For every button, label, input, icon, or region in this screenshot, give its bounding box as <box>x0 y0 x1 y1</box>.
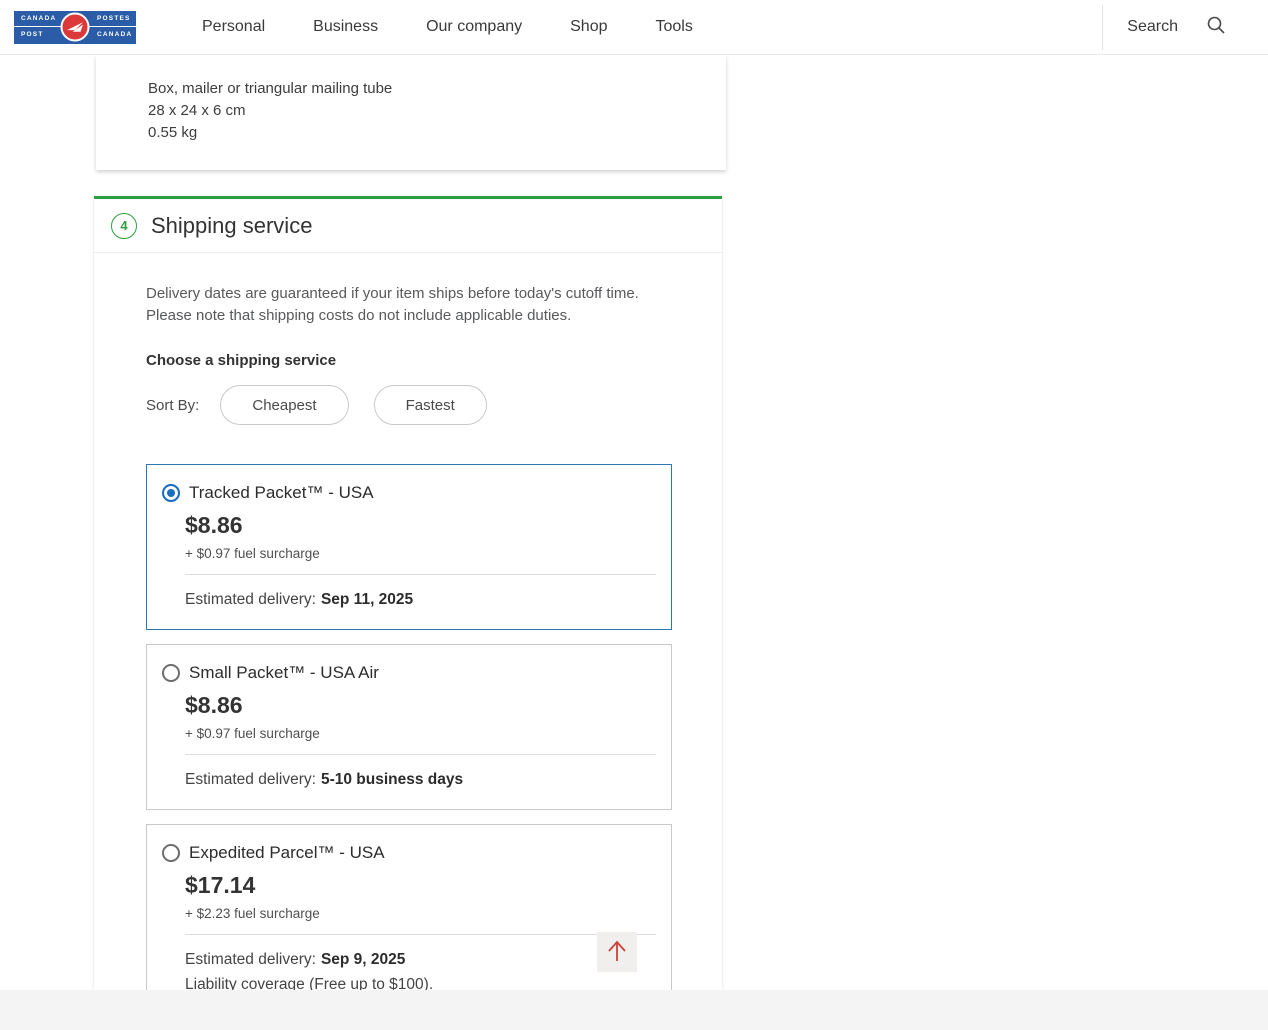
wing-emblem-icon <box>61 13 90 42</box>
header-right: Search <box>1102 0 1268 54</box>
delivery-label: Estimated delivery: <box>185 771 316 788</box>
search-button[interactable]: Search <box>1103 15 1268 40</box>
option-price: $8.86 <box>185 692 656 719</box>
sort-cheapest-button[interactable]: Cheapest <box>220 385 348 425</box>
search-label: Search <box>1127 18 1178 36</box>
option-radio-row[interactable]: Small Packet™ - USA Air <box>162 663 656 683</box>
radio-unselected-icon[interactable] <box>162 844 180 862</box>
shipping-option-small-packet-usa-air[interactable]: Small Packet™ - USA Air $8.86 + $0.97 fu… <box>146 644 672 810</box>
option-surcharge: + $0.97 fuel surcharge <box>185 726 656 741</box>
option-surcharge: + $2.23 fuel surcharge <box>185 906 656 921</box>
nav-item-personal[interactable]: Personal <box>178 18 289 36</box>
option-divider <box>185 934 656 935</box>
option-price: $8.86 <box>185 512 656 539</box>
delivery-label: Estimated delivery: <box>185 951 316 968</box>
option-divider <box>185 754 656 755</box>
shipping-options-list: Tracked Packet™ - USA $8.86 + $0.97 fuel… <box>146 464 672 1030</box>
package-description: Box, mailer or triangular mailing tube <box>148 78 726 100</box>
nav-item-tools[interactable]: Tools <box>632 18 717 36</box>
package-weight: 0.55 kg <box>148 122 726 144</box>
top-navigation-bar: CANADA POSTES POST CANADA Personal Busin… <box>0 0 1268 55</box>
delivery-value: Sep 9, 2025 <box>321 951 405 968</box>
option-surcharge: + $0.97 fuel surcharge <box>185 546 656 561</box>
option-delivery: Estimated delivery: Sep 9, 2025 <box>185 951 656 969</box>
main-nav: Personal Business Our company Shop Tools <box>178 18 717 36</box>
up-arrow-icon <box>605 938 629 967</box>
section-title: Shipping service <box>151 213 312 239</box>
delivery-value: 5-10 business days <box>321 771 463 788</box>
option-delivery: Estimated delivery: Sep 11, 2025 <box>185 591 656 609</box>
back-to-top-button[interactable] <box>597 932 637 972</box>
option-radio-row[interactable]: Tracked Packet™ - USA <box>162 483 656 503</box>
canada-post-logo[interactable]: CANADA POSTES POST CANADA <box>14 11 136 44</box>
shipping-service-body: Delivery dates are guaranteed if your it… <box>94 253 722 1030</box>
option-name: Expedited Parcel™ - USA <box>189 843 385 863</box>
option-price: $17.14 <box>185 872 656 899</box>
step-number-badge: 4 <box>111 213 137 239</box>
sort-by-label: Sort By: <box>146 397 199 414</box>
option-divider <box>185 574 656 575</box>
page: CANADA POSTES POST CANADA Personal Busin… <box>0 0 1268 1030</box>
shipping-service-header: 4 Shipping service <box>94 199 722 253</box>
option-name: Tracked Packet™ - USA <box>189 483 374 503</box>
shipping-option-tracked-packet-usa[interactable]: Tracked Packet™ - USA $8.86 + $0.97 fuel… <box>146 464 672 630</box>
footer-band <box>0 990 1268 1030</box>
sort-controls: Sort By: Cheapest Fastest <box>146 385 672 425</box>
delivery-label: Estimated delivery: <box>185 591 316 608</box>
shipping-service-section: 4 Shipping service Delivery dates are gu… <box>94 196 722 1030</box>
option-delivery: Estimated delivery: 5-10 business days <box>185 771 656 789</box>
choose-service-heading: Choose a shipping service <box>146 352 672 369</box>
radio-unselected-icon[interactable] <box>162 664 180 682</box>
package-dimensions: 28 x 24 x 6 cm <box>148 100 726 122</box>
option-radio-row[interactable]: Expedited Parcel™ - USA <box>162 843 656 863</box>
option-name: Small Packet™ - USA Air <box>189 663 379 683</box>
shipping-description: Delivery dates are guaranteed if your it… <box>146 283 672 326</box>
radio-selected-icon[interactable] <box>162 484 180 502</box>
delivery-value: Sep 11, 2025 <box>321 591 413 608</box>
nav-item-business[interactable]: Business <box>289 18 402 36</box>
search-icon[interactable] <box>1206 15 1226 40</box>
nav-item-our-company[interactable]: Our company <box>402 18 546 36</box>
package-summary-card: Box, mailer or triangular mailing tube 2… <box>96 55 726 170</box>
nav-item-shop[interactable]: Shop <box>546 18 631 36</box>
sort-fastest-button[interactable]: Fastest <box>374 385 487 425</box>
